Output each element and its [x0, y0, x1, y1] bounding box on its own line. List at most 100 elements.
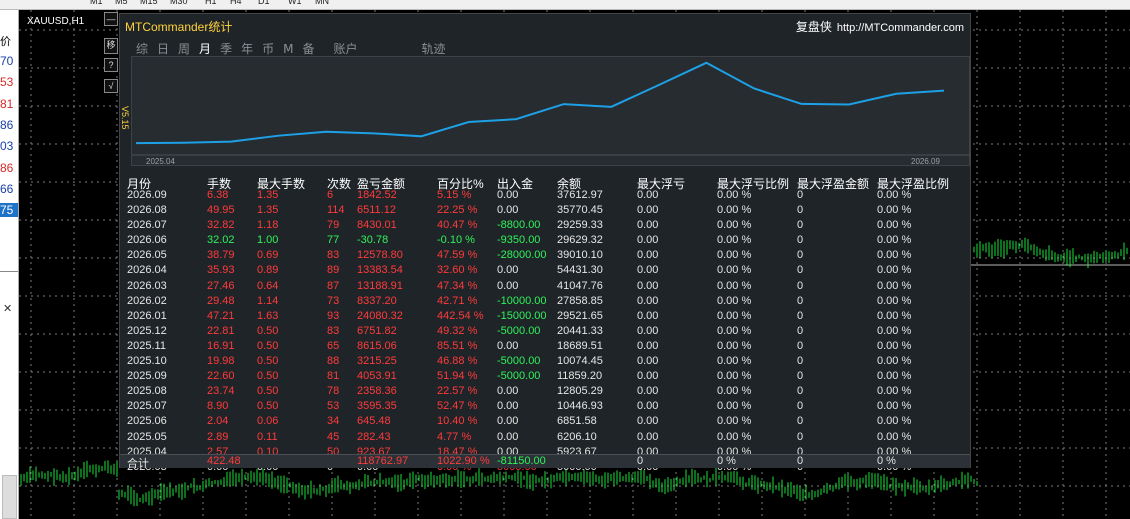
tab-3[interactable]: 月: [199, 40, 211, 57]
table-cell: 89: [327, 264, 340, 277]
timeframe-m15[interactable]: M15: [140, 0, 158, 6]
table-row[interactable]: 2026.06 32.02 1.00 77 -30.78 -0.10 % -9350.00 2…: [120, 234, 970, 249]
table-cell: 8430.01: [357, 219, 397, 232]
table-row[interactable]: 2025.07 8.90 0.50 53 3595.35 52.47 % 0.00 10446…: [120, 400, 970, 415]
table-cell: 0.00: [637, 219, 659, 232]
table-cell: 51.94 %: [437, 370, 478, 383]
brand-url: http://MTCommander.com: [836, 22, 964, 34]
minimize-button[interactable]: —: [104, 12, 118, 26]
table-row[interactable]: 2026.07 32.82 1.18 79 8430.01 40.47 % -8800.00…: [120, 219, 970, 234]
tab-5[interactable]: 年: [241, 40, 253, 57]
move-button[interactable]: 移: [104, 38, 118, 54]
table-row[interactable]: 2025.06 2.04 0.06 34 645.48 10.40 % 0.00 6851.5…: [120, 415, 970, 430]
table-cell: 0.50: [257, 400, 279, 413]
table-cell: 0.00 %: [717, 400, 752, 413]
table-row[interactable]: 2026.09 6.38 1.35 6 1842.52 5.15 % 0.00 37612.9…: [120, 189, 970, 204]
table-cell: 0.00 %: [877, 249, 912, 262]
table-cell: 5.15 %: [437, 189, 472, 201]
table-row[interactable]: 2026.01 47.21 1.63 93 24080.32 442.54 % -15000…: [120, 310, 970, 325]
table-cell: 1.35: [257, 189, 279, 201]
table-row[interactable]: 2025.09 22.60 0.50 81 4053.91 51.94 % -5000.00…: [120, 370, 970, 385]
tab-2[interactable]: 周: [178, 40, 190, 57]
table-row[interactable]: 2026.04 35.93 0.89 89 13383.54 32.60 % 0.00 544…: [120, 264, 970, 279]
scrollbar[interactable]: [2, 475, 17, 519]
timeframe-m5[interactable]: M5: [115, 0, 128, 6]
table-cell: 0.00 %: [717, 309, 752, 322]
timeframe-h4[interactable]: H4: [230, 0, 242, 6]
tab-1[interactable]: 日: [157, 40, 169, 57]
table-cell: 0.00 %: [877, 355, 912, 368]
table-cell: 42.71 %: [437, 294, 478, 307]
table-cell: 0.00 %: [877, 324, 912, 337]
price-value[interactable]: 86: [0, 161, 18, 175]
tab-6[interactable]: 币: [262, 40, 274, 57]
table-cell: 0.00: [497, 415, 519, 428]
tab-7[interactable]: M: [283, 42, 293, 56]
table-cell: 34: [327, 415, 340, 428]
table-cell: 0.00: [497, 264, 519, 277]
timeframe-h1[interactable]: H1: [205, 0, 217, 6]
table-row[interactable]: 2025.12 22.81 0.50 83 6751.82 49.32 % -5000.00…: [120, 325, 970, 340]
table-row[interactable]: 2025.05 2.89 0.11 45 282.43 4.77 % 0.00 6206.10…: [120, 431, 970, 446]
tab-0[interactable]: 综: [136, 40, 148, 57]
total-max-float-loss-pct: 0 %: [717, 455, 736, 467]
timeframe-m30[interactable]: M30: [170, 0, 188, 6]
table-cell: 2025.09: [127, 370, 167, 383]
tab-8[interactable]: 备: [302, 40, 314, 57]
table-row[interactable]: 2025.08 23.74 0.50 78 2358.36 22.57 % 0.00 1280…: [120, 385, 970, 400]
table-cell: 2026.09: [127, 189, 167, 201]
table-cell: 0.00 %: [877, 385, 912, 398]
price-value[interactable]: 53: [0, 75, 18, 89]
table-cell: 0.00: [637, 324, 659, 337]
equity-line: [135, 61, 945, 145]
table-cell: 0.00 %: [877, 309, 912, 322]
table-cell: 2358.36: [357, 385, 397, 398]
table-row[interactable]: 2026.05 38.79 0.69 83 12578.80 47.59 % -28000.…: [120, 249, 970, 264]
table-total-row: 合计 422.48 118762.97 1022.90 % -81150.00 …: [120, 454, 970, 470]
timeframe-w1[interactable]: W1: [288, 0, 302, 6]
total-label: 合计: [127, 458, 149, 470]
table-cell: 88: [327, 355, 340, 368]
mtcommander-stats-panel: MTCommander统计 复盘侠 http://MTCommander.com …: [119, 13, 971, 473]
table-cell: 0: [797, 234, 804, 247]
price-value[interactable]: 75: [0, 203, 18, 218]
tab-4[interactable]: 季: [220, 40, 232, 57]
table-row[interactable]: 2026.03 27.46 0.64 87 13188.91 47.34 % 0.00 410…: [120, 280, 970, 295]
close-icon[interactable]: ✕: [3, 302, 12, 315]
price-value[interactable]: 03: [0, 139, 18, 153]
curve-start-date: 2025.04: [146, 157, 175, 166]
table-cell: 2025.11: [127, 339, 166, 352]
table-row[interactable]: 2026.02 29.48 1.14 73 8337.20 42.71 % -10000.0…: [120, 295, 970, 310]
table-cell: 0: [797, 309, 804, 322]
table-cell: 0.11: [257, 430, 278, 443]
table-cell: 24080.32: [357, 309, 403, 322]
price-value[interactable]: 81: [0, 97, 18, 111]
confirm-button[interactable]: √: [104, 79, 118, 93]
table-cell: 1.35: [257, 204, 279, 217]
table-cell: 32.02: [207, 234, 235, 247]
brand-link[interactable]: 复盘侠 http://MTCommander.com: [796, 18, 964, 35]
price-value[interactable]: 66: [0, 182, 18, 196]
table-cell: 6: [327, 189, 334, 201]
table-cell: 47.34 %: [437, 279, 478, 292]
tab-9[interactable]: 账户: [333, 40, 357, 57]
timeframe-d1[interactable]: D1: [258, 0, 270, 6]
table-cell: 0: [797, 204, 804, 217]
price-column-header: 价: [0, 35, 11, 48]
table-row[interactable]: 2026.08 49.95 1.35 114 6511.12 22.25 % 0.00 357…: [120, 204, 970, 219]
timeframe-m1[interactable]: M1: [90, 0, 103, 6]
timeframe-mn[interactable]: MN: [315, 0, 329, 6]
table-row[interactable]: 2025.10 19.98 0.50 88 3215.25 46.88 % -5000.00…: [120, 355, 970, 370]
price-value[interactable]: 86: [0, 118, 18, 132]
table-cell: 0: [797, 264, 804, 277]
table-cell: 47.59 %: [437, 249, 478, 262]
table-row[interactable]: 2025.11 16.91 0.50 65 8615.06 85.51 % 0.00 1868…: [120, 340, 970, 355]
table-cell: 32.60 %: [437, 264, 478, 277]
table-cell: 85.51 %: [437, 339, 478, 352]
price-value[interactable]: 70: [0, 54, 18, 68]
table-cell: 13188.91: [357, 279, 403, 292]
panel-title: MTCommander统计: [125, 20, 233, 34]
tab-10[interactable]: 轨迹: [422, 40, 446, 57]
help-button[interactable]: ?: [104, 58, 118, 72]
table-cell: 22.60: [207, 370, 235, 383]
